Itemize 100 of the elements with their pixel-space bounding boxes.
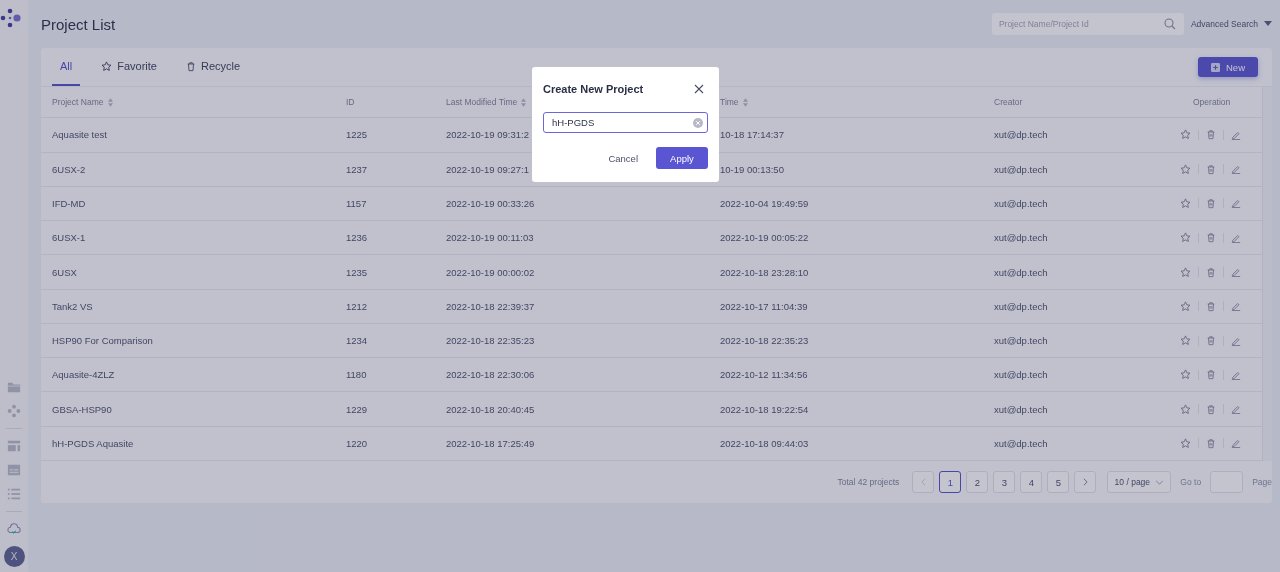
column-header: Last Modified Time	[446, 97, 518, 108]
pencil-icon[interactable]	[1231, 404, 1241, 415]
pencil-icon[interactable]	[1231, 438, 1241, 449]
table-cell: 1157	[346, 198, 367, 209]
pencil-icon[interactable]	[1231, 369, 1241, 380]
table-cell: 2022-10-18 22:30:06	[446, 369, 535, 381]
table-cell: 2022-10-18 23:28:10	[720, 266, 809, 278]
table-cell: 2022-10-18 20:40:45	[446, 403, 535, 415]
sort-icon[interactable]	[107, 97, 113, 107]
tab[interactable]: Recycle	[178, 48, 249, 86]
table-cell: 6USX	[52, 266, 77, 278]
pencil-icon[interactable]	[1231, 301, 1241, 312]
caret-icon	[1264, 21, 1272, 27]
new-button[interactable]: New	[1198, 57, 1258, 77]
star-icon	[101, 60, 113, 72]
cloud-icon[interactable]	[7, 522, 21, 536]
page-button[interactable]: 4	[1020, 471, 1043, 493]
tab[interactable]: Favorite	[93, 48, 165, 86]
table-cell: xut@dp.tech	[994, 232, 1048, 244]
dots-icon[interactable]	[7, 404, 21, 418]
table-cell: 6USX-1	[52, 232, 86, 244]
user-avatar[interactable]: X	[3, 546, 25, 567]
sort-icon[interactable]	[521, 97, 527, 107]
trash-icon[interactable]	[1206, 335, 1216, 347]
table-cell: 2022-10-18 22:35:23	[720, 335, 809, 347]
pencil-icon[interactable]	[1231, 267, 1241, 277]
table-cell: xut@dp.tech	[994, 129, 1048, 141]
list-icon[interactable]	[7, 487, 21, 501]
table-cell: 2022-10-19 09:31:2	[446, 129, 529, 141]
star-icon[interactable]	[1180, 266, 1191, 278]
trash-icon[interactable]	[1206, 198, 1216, 209]
table-cell: 1212	[346, 300, 368, 312]
table-cell: IFD-MD	[52, 198, 86, 209]
close-icon[interactable]	[694, 84, 704, 94]
star-icon[interactable]	[1180, 300, 1191, 312]
table-cell: xut@dp.tech	[994, 300, 1048, 312]
next-page-button[interactable]	[1074, 471, 1097, 493]
page-button[interactable]: 1	[939, 471, 962, 493]
table-cell: 1220	[346, 437, 368, 449]
star-icon[interactable]	[1180, 129, 1191, 141]
table-cell: 10-19 00:13:50	[720, 163, 784, 175]
table-cell: xut@dp.tech	[994, 266, 1048, 278]
column-header: ID	[346, 97, 355, 108]
star-icon[interactable]	[1180, 335, 1191, 347]
trash-icon[interactable]	[1206, 403, 1216, 415]
table-cell: 2022-10-17 11:04:39	[720, 300, 808, 312]
go-to-label: Go to	[1180, 477, 1202, 487]
chevron-down-icon	[1155, 479, 1165, 485]
page-button[interactable]: 5	[1047, 471, 1070, 493]
star-icon[interactable]	[1180, 232, 1191, 244]
tab[interactable]: All	[52, 48, 81, 86]
table-cell: Tank2 VS	[52, 300, 93, 312]
layout-icon[interactable]	[7, 439, 21, 453]
table-cell: 1236	[346, 232, 368, 244]
pencil-icon[interactable]	[1231, 335, 1241, 346]
trash-icon[interactable]	[1206, 369, 1216, 381]
search-icon[interactable]	[1163, 18, 1176, 30]
pencil-icon[interactable]	[1231, 198, 1241, 209]
search-field[interactable]: Project Name/Project Id	[991, 13, 1184, 35]
table-cell: Aquasite-4ZLZ	[52, 369, 115, 381]
table-cell: 1234	[346, 335, 368, 347]
page-button[interactable]: 2	[966, 471, 989, 493]
table-cell: 2022-10-19 00:00:02	[446, 266, 535, 278]
pencil-icon[interactable]	[1231, 129, 1241, 140]
table-cell: 2022-10-04 19:49:59	[720, 198, 809, 209]
pencil-icon[interactable]	[1231, 164, 1241, 175]
clear-icon[interactable]	[693, 117, 703, 128]
table-cell: 1237	[346, 163, 368, 175]
previous-page-button[interactable]	[912, 471, 935, 493]
page-size-select[interactable]: 10 / page	[1107, 471, 1172, 493]
card-icon[interactable]	[7, 463, 21, 477]
star-icon[interactable]	[1180, 163, 1191, 175]
table-cell: 10-18 17:14:37	[720, 129, 784, 141]
trash-icon[interactable]	[1206, 232, 1216, 244]
table-cell: 2022-10-19 00:33:26	[446, 198, 535, 209]
folder-icon[interactable]	[7, 380, 21, 394]
table-cell: xut@dp.tech	[994, 335, 1048, 347]
star-icon[interactable]	[1180, 403, 1191, 415]
trash-icon[interactable]	[1206, 300, 1216, 312]
star-icon[interactable]	[1180, 198, 1191, 209]
trash-icon[interactable]	[1206, 163, 1216, 175]
table-cell: Aquasite test	[52, 129, 107, 141]
column-header: Creator	[994, 97, 1023, 108]
pencil-icon[interactable]	[1231, 232, 1241, 243]
star-icon[interactable]	[1180, 369, 1191, 381]
chevron-right-icon	[1082, 478, 1088, 486]
table-cell: xut@dp.tech	[994, 369, 1048, 381]
star-icon[interactable]	[1180, 437, 1191, 449]
advanced-search-dropdown[interactable]: Advanced Search	[1190, 19, 1272, 29]
trash-icon[interactable]	[1206, 129, 1216, 141]
project-name-field[interactable]: hH-PGDS	[543, 112, 708, 133]
column-header: Operation	[1193, 97, 1231, 108]
table-cell: 1229	[346, 403, 368, 415]
page-button[interactable]: 3	[993, 471, 1016, 493]
apply-button[interactable]: Apply	[656, 147, 708, 169]
logo-icon	[0, 8, 24, 28]
trash-icon[interactable]	[1206, 266, 1216, 278]
sort-icon[interactable]	[742, 97, 748, 107]
trash-icon[interactable]	[1206, 437, 1216, 449]
cancel-button[interactable]: Cancel	[602, 151, 644, 165]
